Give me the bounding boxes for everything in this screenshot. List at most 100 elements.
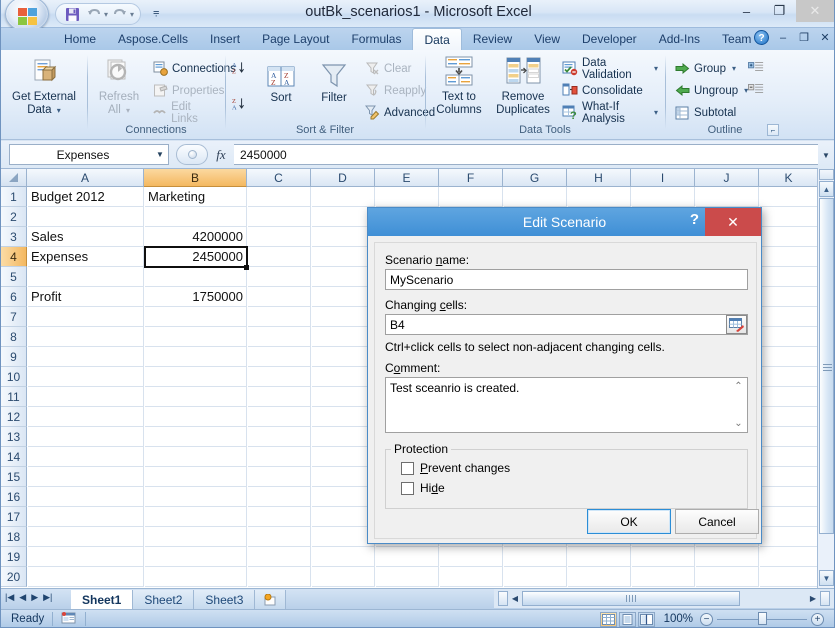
sheet-tab-sheet1[interactable]: Sheet1 — [71, 590, 134, 610]
name-box[interactable]: Expenses ▼ — [9, 144, 169, 165]
row-header-11[interactable]: 11 — [1, 387, 27, 407]
dialog-close-button[interactable]: ✕ — [705, 208, 761, 236]
split-box-horizontal[interactable] — [498, 591, 508, 606]
show-detail-button[interactable] — [745, 56, 767, 77]
insert-function-icon[interactable]: fx — [208, 147, 234, 163]
vertical-scrollbar[interactable]: ▲ ▼ — [817, 169, 834, 588]
reapply-filter-button[interactable]: Reapply — [361, 80, 429, 101]
properties-button[interactable]: Properties — [149, 80, 227, 101]
row-header-8[interactable]: 8 — [1, 327, 27, 347]
row-header-18[interactable]: 18 — [1, 527, 27, 547]
comment-scrollbar[interactable]: ⌃ ⌄ — [731, 379, 746, 431]
zoom-in-button[interactable]: + — [811, 612, 824, 626]
first-sheet-icon[interactable]: |◀ — [5, 592, 14, 603]
tab-view[interactable]: View — [523, 28, 571, 50]
ribbon-close-button[interactable]: ✕ — [818, 31, 832, 44]
row-header-2[interactable]: 2 — [1, 207, 27, 227]
normal-view-icon[interactable] — [599, 611, 617, 627]
record-macro-icon[interactable] — [61, 611, 77, 628]
zoom-slider-thumb[interactable] — [758, 611, 767, 625]
tab-review[interactable]: Review — [462, 28, 523, 50]
data-validation-dropdown-icon[interactable]: ▾ — [654, 64, 658, 73]
edit-links-button[interactable]: Edit Links — [149, 101, 221, 125]
close-button[interactable]: ✕ — [796, 0, 834, 22]
cell-b6[interactable]: 1750000 — [145, 287, 247, 307]
row-header-16[interactable]: 16 — [1, 487, 27, 507]
expand-formula-bar-button[interactable]: ▼ — [818, 141, 834, 169]
clear-filter-button[interactable]: Clear — [361, 58, 414, 79]
column-header-d[interactable]: D — [311, 169, 375, 187]
sheet-tab-sheet3[interactable]: Sheet3 — [194, 590, 256, 610]
row-header-7[interactable]: 7 — [1, 307, 27, 327]
sheet-tab-sheet2[interactable]: Sheet2 — [133, 590, 195, 610]
row-header-20[interactable]: 20 — [1, 567, 27, 587]
row-header-13[interactable]: 13 — [1, 427, 27, 447]
hide-checkbox-row[interactable]: Hide — [401, 481, 445, 495]
column-header-c[interactable]: C — [247, 169, 311, 187]
row-header-19[interactable]: 19 — [1, 547, 27, 567]
row-header-9[interactable]: 9 — [1, 347, 27, 367]
scroll-up-button[interactable]: ▲ — [819, 181, 834, 197]
zoom-slider[interactable] — [717, 611, 807, 625]
what-if-analysis-dropdown-icon[interactable]: ▾ — [654, 108, 658, 117]
tab-add-ins[interactable]: Add-Ins — [648, 28, 711, 50]
tab-formulas[interactable]: Formulas — [340, 28, 412, 50]
range-selector-icon[interactable] — [726, 315, 747, 334]
resize-handle-horizontal[interactable] — [820, 591, 830, 606]
column-header-f[interactable]: F — [439, 169, 503, 187]
cell-a6[interactable]: Profit — [28, 287, 144, 307]
tab-data[interactable]: Data — [412, 28, 462, 50]
fill-handle[interactable] — [244, 265, 249, 270]
row-header-14[interactable]: 14 — [1, 447, 27, 467]
hide-detail-button[interactable] — [745, 78, 767, 99]
column-header-a[interactable]: A — [27, 169, 144, 187]
cancel-button[interactable]: Cancel — [675, 509, 759, 534]
get-external-data-button[interactable]: Get External Data ▾ — [8, 55, 80, 117]
sort-z-to-a-button[interactable]: Z A — [229, 93, 251, 114]
vertical-scroll-thumb[interactable] — [819, 198, 834, 534]
cell-b1[interactable]: Marketing — [145, 187, 247, 207]
comment-scroll-down-icon[interactable]: ⌄ — [734, 416, 742, 431]
column-header-g[interactable]: G — [503, 169, 567, 187]
split-box-vertical[interactable] — [819, 169, 834, 180]
insert-worksheet-icon[interactable] — [255, 590, 287, 610]
row-header-6[interactable]: 6 — [1, 287, 27, 307]
cell-a1[interactable]: Budget 2012 — [28, 187, 144, 207]
prevent-changes-checkbox[interactable] — [401, 461, 414, 475]
page-layout-view-icon[interactable] — [618, 611, 636, 627]
cell-b3[interactable]: 4200000 — [145, 227, 247, 247]
zoom-out-button[interactable]: − — [700, 612, 713, 626]
minimize-button[interactable]: – — [730, 0, 763, 22]
dialog-title-bar[interactable]: Edit Scenario ? ✕ — [368, 208, 761, 236]
column-header-i[interactable]: I — [631, 169, 695, 187]
last-sheet-icon[interactable]: ▶| — [43, 592, 52, 603]
cell-a4[interactable]: Expenses — [28, 247, 144, 267]
subtotal-button[interactable]: Subtotal — [671, 102, 739, 123]
help-icon[interactable]: ? — [754, 30, 769, 45]
row-header-17[interactable]: 17 — [1, 507, 27, 527]
advanced-filter-button[interactable]: Advanced — [361, 102, 438, 123]
row-header-10[interactable]: 10 — [1, 367, 27, 387]
tab-developer[interactable]: Developer — [571, 28, 648, 50]
sort-a-to-z-button[interactable]: A Z — [229, 57, 251, 78]
cell-b4[interactable]: 2450000 — [145, 247, 247, 267]
scroll-down-button[interactable]: ▼ — [819, 570, 834, 586]
ribbon-restore-button[interactable]: ❐ — [797, 31, 811, 44]
column-header-b[interactable]: B — [144, 169, 247, 187]
group-dropdown-icon[interactable]: ▾ — [732, 64, 736, 73]
filter-button[interactable]: Filter — [309, 56, 359, 105]
next-sheet-icon[interactable]: ▶ — [31, 592, 38, 603]
column-header-e[interactable]: E — [375, 169, 439, 187]
zoom-level[interactable]: 100% — [664, 613, 693, 625]
name-box-dropdown-icon[interactable]: ▼ — [152, 150, 168, 159]
row-header-15[interactable]: 15 — [1, 467, 27, 487]
ribbon-minimize-button[interactable]: – — [776, 32, 790, 44]
tab-aspose-cells[interactable]: Aspose.Cells — [107, 28, 199, 50]
prev-sheet-icon[interactable]: ◀ — [19, 592, 26, 603]
prevent-changes-checkbox-row[interactable]: Prevent changes — [401, 461, 510, 475]
row-header-4[interactable]: 4 — [1, 247, 27, 267]
formula-input[interactable]: 2450000 — [234, 144, 820, 165]
scenario-name-input[interactable]: MyScenario — [385, 269, 748, 290]
remove-duplicates-button[interactable]: Remove Duplicates — [489, 55, 557, 116]
row-header-1[interactable]: 1 — [1, 187, 27, 207]
